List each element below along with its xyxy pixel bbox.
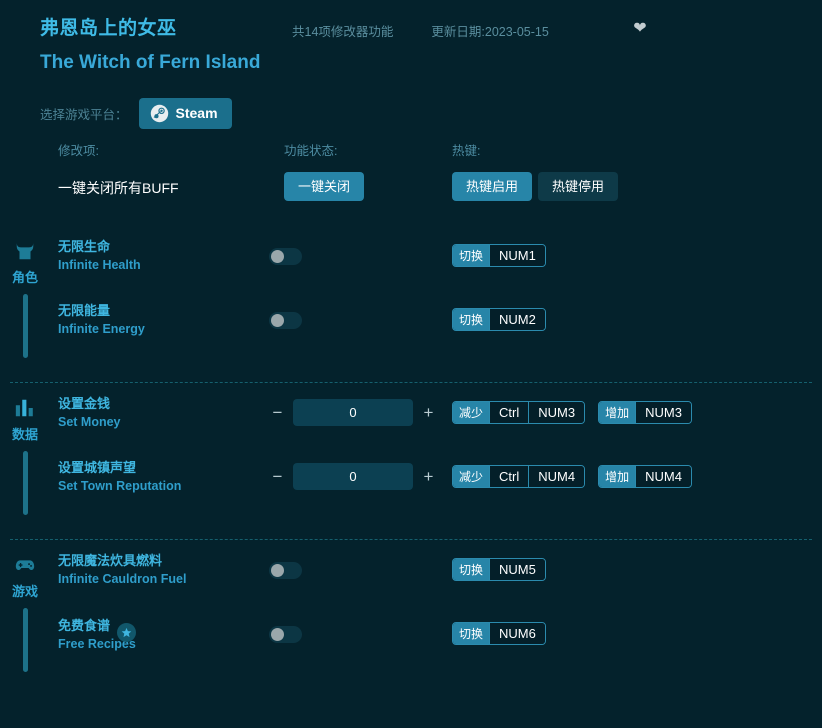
hotkey-action: 增加 (599, 466, 635, 487)
row-list: 无限生命Infinite Health切换NUM1无限能量Infinite En… (0, 226, 822, 354)
global-buff-label: 一键关闭所有BUFF (58, 178, 179, 198)
cheat-row: 无限能量Infinite Energy 切换NUM2 (0, 290, 822, 354)
hotkey-group: 切换NUM1 (452, 244, 546, 267)
row-list: 无限魔法炊具燃料Infinite Cauldron Fuel切换NUM5免费食谱… (0, 540, 822, 668)
star-badge[interactable] (117, 623, 136, 642)
cheat-name-cn: 无限生命 (58, 238, 110, 256)
value-stepper: −+ (269, 463, 437, 490)
column-header-hotkey: 热键: (452, 140, 480, 159)
header-meta: 共14项修改器功能 更新日期:2023-05-15 (292, 21, 549, 40)
hotkey-chip[interactable]: 减少CtrlNUM4 (452, 465, 585, 488)
cheat-row: 无限生命Infinite Health 切换NUM1 (0, 226, 822, 290)
cheat-labels: 设置城镇声望Set Town Reputation (58, 459, 181, 495)
hotkey-key: NUM6 (489, 623, 545, 644)
platform-selector: 选择游戏平台： Steam (0, 92, 822, 134)
cheat-name-cn: 免费食谱 (58, 617, 110, 635)
platform-button-steam[interactable]: Steam (139, 98, 232, 129)
value-stepper: −+ (269, 399, 437, 426)
hotkey-chip[interactable]: 减少CtrlNUM3 (452, 401, 585, 424)
cheat-name-en: Infinite Energy (58, 320, 145, 338)
section-数据: 数据设置金钱Set Money−+减少CtrlNUM3增加NUM3设置城镇声望S… (0, 383, 822, 539)
hotkey-chip[interactable]: 切换NUM2 (452, 308, 546, 331)
cheat-toggle[interactable] (269, 562, 302, 579)
hotkey-group: 切换NUM5 (452, 558, 546, 581)
hotkey-chip[interactable]: 切换NUM5 (452, 558, 546, 581)
toggle-knob (271, 314, 284, 327)
column-headers: 修改项: 功能状态: 热键: (0, 134, 822, 164)
toggle-knob (271, 564, 284, 577)
cheat-name-en: Set Town Reputation (58, 477, 181, 495)
hotkey-key: NUM4 (635, 466, 691, 487)
hotkey-key: Ctrl (489, 466, 528, 487)
hotkey-action: 切换 (453, 245, 489, 266)
hotkey-group: 切换NUM2 (452, 308, 546, 331)
section-角色: 角色无限生命Infinite Health切换NUM1无限能量Infinite … (0, 226, 822, 382)
hotkey-action: 切换 (453, 309, 489, 330)
toggle-knob (271, 250, 284, 263)
cheat-labels: 设置金钱Set Money (58, 395, 121, 431)
cheat-labels: 免费食谱Free Recipes (58, 616, 136, 653)
global-buff-row: 一键关闭所有BUFF 一键关闭 热键启用 热键停用 (0, 164, 822, 226)
cheat-name-en: Infinite Cauldron Fuel (58, 570, 186, 588)
platform-button-label: Steam (176, 105, 218, 121)
cheat-toggle[interactable] (269, 312, 302, 329)
hotkey-key: NUM1 (489, 245, 545, 266)
increment-button[interactable]: + (420, 466, 437, 488)
hotkey-action: 减少 (453, 466, 489, 487)
cheat-name-cn: 设置城镇声望 (58, 459, 136, 477)
update-date: 更新日期:2023-05-15 (431, 21, 548, 40)
cheat-row: 设置城镇声望Set Town Reputation−+减少CtrlNUM4增加N… (0, 447, 822, 511)
column-header-state: 功能状态: (284, 140, 337, 159)
hotkey-key: NUM3 (528, 402, 584, 423)
page-header: 弗恩岛上的女巫 The Witch of Fern Island 共14项修改器… (0, 0, 822, 92)
cheat-name-en: Set Money (58, 413, 121, 431)
cheat-labels: 无限生命Infinite Health (58, 238, 141, 274)
hotkey-key: NUM3 (635, 402, 691, 423)
cheat-name-en: Infinite Health (58, 256, 141, 274)
hotkey-action: 增加 (599, 402, 635, 423)
hotkey-action: 切换 (453, 559, 489, 580)
cheat-row: 免费食谱Free Recipes 切换NUM6 (0, 604, 822, 668)
feature-count: 共14项修改器功能 (292, 21, 393, 40)
hotkey-enable-button[interactable]: 热键启用 (452, 172, 532, 201)
cheat-labels: 无限能量Infinite Energy (58, 302, 145, 338)
cheat-row: 无限魔法炊具燃料Infinite Cauldron Fuel 切换NUM5 (0, 540, 822, 604)
platform-label: 选择游戏平台： (40, 104, 128, 123)
cheat-name-cn: 无限能量 (58, 302, 110, 320)
hotkey-key: NUM4 (528, 466, 584, 487)
hotkey-group: 减少CtrlNUM4增加NUM4 (452, 465, 692, 488)
hotkey-disable-button[interactable]: 热键停用 (538, 172, 618, 201)
cheat-labels: 无限魔法炊具燃料Infinite Cauldron Fuel (58, 552, 186, 588)
steam-icon (150, 104, 169, 123)
decrement-button[interactable]: − (269, 402, 286, 424)
section-游戏: 游戏无限魔法炊具燃料Infinite Cauldron Fuel切换NUM5免费… (0, 540, 822, 696)
hotkey-key: Ctrl (489, 402, 528, 423)
column-header-mod: 修改项: (58, 140, 99, 159)
cheat-name-cn: 无限魔法炊具燃料 (58, 552, 162, 570)
hotkey-key: NUM5 (489, 559, 545, 580)
page-title-en: The Witch of Fern Island (40, 47, 822, 79)
heart-icon[interactable]: ❤ (631, 20, 649, 38)
hotkey-action: 减少 (453, 402, 489, 423)
increment-button[interactable]: + (420, 402, 437, 424)
toggle-knob (271, 628, 284, 641)
hotkey-chip[interactable]: 切换NUM1 (452, 244, 546, 267)
cheat-toggle[interactable] (269, 626, 302, 643)
cheat-row: 设置金钱Set Money−+减少CtrlNUM3增加NUM3 (0, 383, 822, 447)
row-list: 设置金钱Set Money−+减少CtrlNUM3增加NUM3设置城镇声望Set… (0, 383, 822, 511)
hotkey-chip[interactable]: 切换NUM6 (452, 622, 546, 645)
close-all-buffs-button[interactable]: 一键关闭 (284, 172, 364, 201)
hotkey-group: 切换NUM6 (452, 622, 546, 645)
value-input[interactable] (293, 463, 413, 490)
hotkey-group: 减少CtrlNUM3增加NUM3 (452, 401, 692, 424)
hotkey-chip[interactable]: 增加NUM4 (598, 465, 692, 488)
hotkey-action: 切换 (453, 623, 489, 644)
cheat-name-cn: 设置金钱 (58, 395, 110, 413)
hotkey-chip[interactable]: 增加NUM3 (598, 401, 692, 424)
decrement-button[interactable]: − (269, 466, 286, 488)
value-input[interactable] (293, 399, 413, 426)
cheat-toggle[interactable] (269, 248, 302, 265)
hotkey-key: NUM2 (489, 309, 545, 330)
sections-container: 角色无限生命Infinite Health切换NUM1无限能量Infinite … (0, 226, 822, 696)
